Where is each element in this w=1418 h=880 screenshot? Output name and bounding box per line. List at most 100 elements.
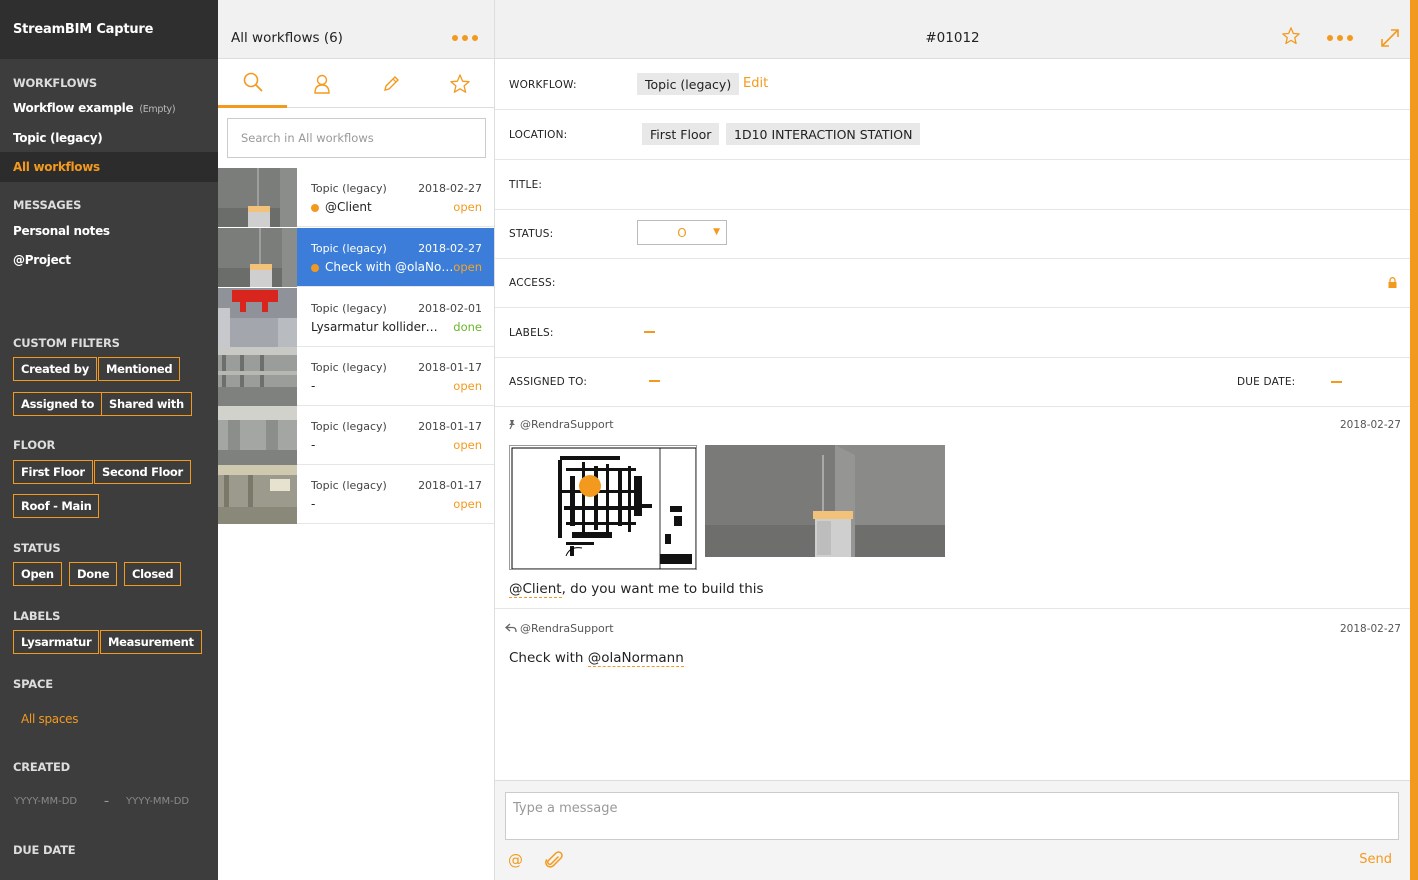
row-state: open [453, 200, 482, 214]
mention-link[interactable]: @Client [509, 581, 562, 598]
message-author[interactable]: @RendraSupport [520, 418, 614, 431]
3d-view-image[interactable] [705, 445, 945, 557]
message-text: Check with @olaNormann [509, 650, 684, 667]
floor-plan-image[interactable] [509, 445, 697, 570]
status-select[interactable]: O ▼ [637, 220, 727, 245]
unread-dot-icon [311, 203, 319, 212]
row-type: Topic (legacy) [311, 242, 387, 255]
created-to-input[interactable]: YYYY-MM-DD [126, 796, 189, 807]
created-heading: CREATED [13, 760, 71, 774]
sidebar-item-all-workflows[interactable]: All workflows [0, 152, 218, 182]
thumbnail-image [218, 406, 297, 465]
row-date: 2018-02-27 [418, 182, 482, 195]
detail-more-icon[interactable] [1327, 35, 1353, 41]
thumbnail-image [218, 347, 297, 406]
tab-favorites[interactable] [425, 59, 494, 108]
workflow-list-panel: All workflows (6) Topic (legacy) 2018-02… [218, 0, 495, 880]
created-from-input[interactable]: YYYY-MM-DD [14, 796, 77, 807]
due-date-heading: DUE DATE [13, 843, 76, 857]
app-title: StreamBIM Capture [0, 0, 218, 59]
row-date: 2018-01-17 [418, 479, 482, 492]
row-state: done [453, 320, 482, 334]
send-button[interactable]: Send [1359, 852, 1392, 867]
tab-edit[interactable] [356, 59, 425, 108]
star-icon[interactable] [1281, 26, 1301, 46]
filter-shared-with[interactable]: Shared with [101, 392, 192, 416]
message-input[interactable] [505, 792, 1399, 840]
list-item[interactable]: Topic (legacy) 2018-01-17 - open [218, 347, 494, 406]
empty-badge: (Empty) [139, 104, 176, 115]
status-label: STATUS: [509, 228, 554, 240]
list-item[interactable]: Topic (legacy) 2018-01-17 - open [218, 465, 494, 524]
sidebar-item-personal-notes[interactable]: Personal notes [13, 224, 110, 238]
row-state: open [453, 260, 482, 274]
floor-heading: FLOOR [13, 438, 56, 452]
sidebar-item-topic-legacy[interactable]: Topic (legacy) [13, 131, 103, 145]
search-input[interactable] [227, 118, 486, 158]
filter-created-by[interactable]: Created by [13, 357, 97, 381]
location-field: LOCATION: First Floor 1D10 INTERACTION S… [495, 110, 1410, 160]
status-heading: STATUS [13, 541, 61, 555]
due-date-label: DUE DATE: [1237, 376, 1296, 388]
scrollbar[interactable] [1410, 0, 1418, 880]
message-author[interactable]: @RendraSupport [520, 622, 614, 635]
labels-field[interactable]: LABELS: [495, 308, 1410, 358]
star-icon [449, 73, 470, 93]
lock-icon[interactable] [1388, 277, 1397, 288]
row-state: open [453, 438, 482, 452]
person-icon [313, 74, 330, 94]
assigned-to-label: ASSIGNED TO: [509, 376, 588, 388]
row-date: 2018-02-01 [418, 302, 482, 315]
workflow-label: WORKFLOW: [509, 79, 577, 91]
workflow-detail-panel: #01012 WORKFLOW: Topic (legacy) Edit LOC… [495, 0, 1410, 880]
list-tabs [218, 59, 494, 108]
workflow-field: WORKFLOW: Topic (legacy) Edit [495, 60, 1410, 110]
filter-closed[interactable]: Closed [124, 562, 182, 586]
space-heading: SPACE [13, 677, 53, 691]
filter-second-floor[interactable]: Second Floor [94, 460, 191, 484]
filter-lysarmatur[interactable]: Lysarmatur [13, 630, 100, 654]
thumbnail-image [218, 465, 297, 524]
list-item[interactable]: Topic (legacy) 2018-01-17 - open [218, 406, 494, 465]
row-type: Topic (legacy) [311, 420, 387, 433]
row-state: open [453, 497, 482, 511]
sidebar-item-project[interactable]: @Project [13, 253, 71, 267]
message: @RendraSupport 2018-02-27 @Client, do yo… [495, 407, 1410, 609]
tab-person[interactable] [287, 59, 356, 108]
filter-done[interactable]: Done [69, 562, 118, 586]
access-field: ACCESS: [495, 258, 1410, 308]
tab-search[interactable] [218, 59, 287, 108]
attachment-icon[interactable] [545, 851, 563, 871]
status-field: STATUS: O ▼ [495, 209, 1410, 259]
location-floor-tag: First Floor [642, 123, 720, 145]
list-title: All workflows (6) [231, 30, 343, 46]
expand-icon[interactable] [1380, 28, 1400, 48]
row-date: 2018-01-17 [418, 420, 482, 433]
filter-roof-main[interactable]: Roof - Main [13, 494, 100, 518]
list-item[interactable]: Topic (legacy) 2018-02-27 Check with @ol… [218, 228, 494, 287]
access-label: ACCESS: [509, 277, 556, 289]
row-type: Topic (legacy) [311, 302, 387, 315]
filter-first-floor[interactable]: First Floor [13, 460, 93, 484]
due-date-empty-dash[interactable] [1331, 381, 1342, 383]
mention-link[interactable]: @olaNormann [587, 650, 684, 667]
edit-workflow-link[interactable]: Edit [743, 76, 768, 91]
all-spaces-link[interactable]: All spaces [21, 712, 78, 726]
title-field[interactable]: TITLE: [495, 160, 1410, 210]
list-more-icon[interactable] [452, 35, 478, 41]
row-type: Topic (legacy) [311, 361, 387, 374]
filter-mentioned[interactable]: Mentioned [98, 357, 181, 381]
filter-measurement[interactable]: Measurement [100, 630, 202, 654]
assigned-empty-dash[interactable] [649, 380, 660, 382]
unread-dot-icon [311, 263, 319, 272]
thumbnail-image [218, 228, 297, 287]
mention-icon[interactable]: @ [508, 851, 523, 869]
filter-open[interactable]: Open [13, 562, 62, 586]
filter-assigned-to[interactable]: Assigned to [13, 392, 103, 416]
location-space-tag: 1D10 INTERACTION STATION [726, 123, 921, 145]
row-type: Topic (legacy) [311, 182, 387, 195]
workflow-number: #01012 [925, 30, 980, 46]
sidebar-item-workflow-example[interactable]: Workflow example (Empty) [13, 101, 176, 115]
list-item[interactable]: Topic (legacy) 2018-02-27 @Client open [218, 168, 494, 227]
list-item[interactable]: Topic (legacy) 2018-02-01 Lysarmatur kol… [218, 288, 494, 347]
